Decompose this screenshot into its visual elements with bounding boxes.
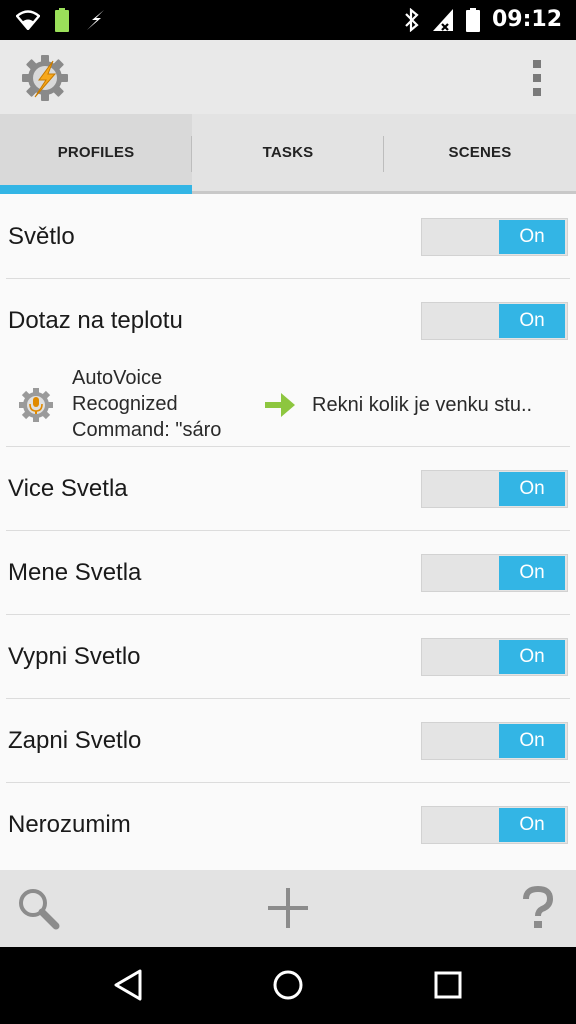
profile-row[interactable]: Dotaz na teplotu On <box>0 279 576 363</box>
toggle-on-label: On <box>499 220 565 254</box>
tab-profiles[interactable]: PROFILES <box>0 114 192 194</box>
profile-row[interactable]: Vice Svetla On <box>0 447 576 531</box>
tab-tasks-label: TASKS <box>262 144 314 161</box>
recents-icon[interactable] <box>430 967 466 1003</box>
profile-name: Vice Svetla <box>8 475 128 502</box>
linked-task-name[interactable]: Rekni kolik je venku stu.. <box>312 363 532 447</box>
search-icon[interactable] <box>16 886 60 930</box>
profile-name: Mene Svetla <box>8 559 142 586</box>
home-icon[interactable] <box>270 967 306 1003</box>
profile-name: Vypni Svetlo <box>8 643 141 670</box>
context-description: AutoVoice Recognized Command: "sáro <box>72 367 222 441</box>
profile-toggle[interactable]: On <box>421 638 568 676</box>
profile-toggle[interactable]: On <box>421 218 568 256</box>
tab-bar: PROFILES TASKS SCENES <box>0 114 576 194</box>
signal-off-icon <box>432 8 453 31</box>
profile-row[interactable]: Světlo On <box>0 195 576 279</box>
status-time: 09:12 <box>491 7 562 32</box>
autovoice-mic-icon <box>19 388 53 422</box>
toggle-on-label: On <box>499 556 565 590</box>
profile-name: Nerozumim <box>8 811 131 838</box>
profile-toggle[interactable]: On <box>421 806 568 844</box>
profile-row[interactable]: Nerozumim On <box>0 783 576 867</box>
tasker-gear-bolt-icon[interactable] <box>20 53 70 103</box>
profile-toggle[interactable]: On <box>421 722 568 760</box>
status-bar: 09:12 <box>0 0 576 40</box>
profile-toggle[interactable]: On <box>421 554 568 592</box>
add-icon[interactable] <box>266 886 310 930</box>
tab-scenes-label: SCENES <box>448 144 512 161</box>
navigation-bar <box>0 947 576 1024</box>
battery-full-icon <box>465 7 480 32</box>
profile-context-row[interactable]: AutoVoice Recognized Command: "sáro Rekn… <box>0 363 576 447</box>
battery-icon <box>55 8 69 32</box>
profile-row[interactable]: Vypni Svetlo On <box>0 615 576 699</box>
toggle-on-label: On <box>499 640 565 674</box>
tab-tasks[interactable]: TASKS <box>192 114 384 191</box>
toggle-on-label: On <box>499 724 565 758</box>
profile-row[interactable]: Zapni Svetlo On <box>0 699 576 783</box>
profile-toggle[interactable]: On <box>421 302 568 340</box>
bottom-toolbar <box>0 870 576 947</box>
profile-toggle[interactable]: On <box>421 470 568 508</box>
wifi-icon <box>16 10 40 30</box>
action-bar <box>0 40 576 114</box>
tab-scenes[interactable]: SCENES <box>384 114 576 191</box>
overflow-menu-icon[interactable] <box>532 60 542 96</box>
back-icon[interactable] <box>110 967 146 1003</box>
profile-name: Světlo <box>8 223 75 250</box>
arrow-right-icon <box>265 393 295 417</box>
flash-icon <box>87 10 104 30</box>
profile-list: Světlo On Dotaz na teplotu On AutoVoice … <box>0 195 576 867</box>
toggle-on-label: On <box>499 472 565 506</box>
toggle-on-label: On <box>499 808 565 842</box>
bluetooth-icon <box>405 7 419 32</box>
toggle-on-label: On <box>499 304 565 338</box>
tab-profiles-label: PROFILES <box>57 144 135 161</box>
profile-name: Zapni Svetlo <box>8 727 142 754</box>
profile-name: Dotaz na teplotu <box>8 307 183 334</box>
profile-row[interactable]: Mene Svetla On <box>0 531 576 615</box>
help-icon[interactable] <box>516 886 560 930</box>
